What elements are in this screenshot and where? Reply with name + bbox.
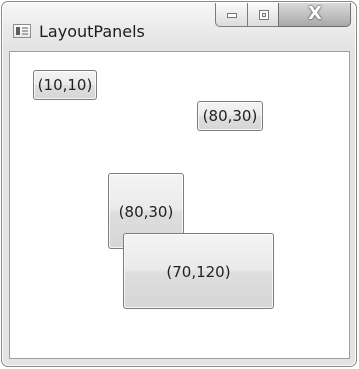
position-button-80-30-top[interactable]: (80,30) [197,101,263,131]
maximize-button[interactable] [247,3,279,27]
minimize-icon [227,13,237,18]
window-controls: X [215,3,351,28]
window-title: LayoutPanels [39,22,145,41]
position-button-70-120[interactable]: (70,120) [123,233,274,309]
close-button[interactable]: X [278,3,351,27]
app-window-icon [13,24,31,38]
maximize-icon [259,10,269,20]
app-window: LayoutPanels X (10,10) (80,30) (80,30) (… [1,1,357,367]
position-button-10-10[interactable]: (10,10) [33,70,97,100]
canvas-panel: (10,10) (80,30) (80,30) (70,120) [9,51,350,359]
close-icon: X [308,3,322,24]
title-bar[interactable]: LayoutPanels X [2,2,356,44]
minimize-button[interactable] [215,3,248,27]
